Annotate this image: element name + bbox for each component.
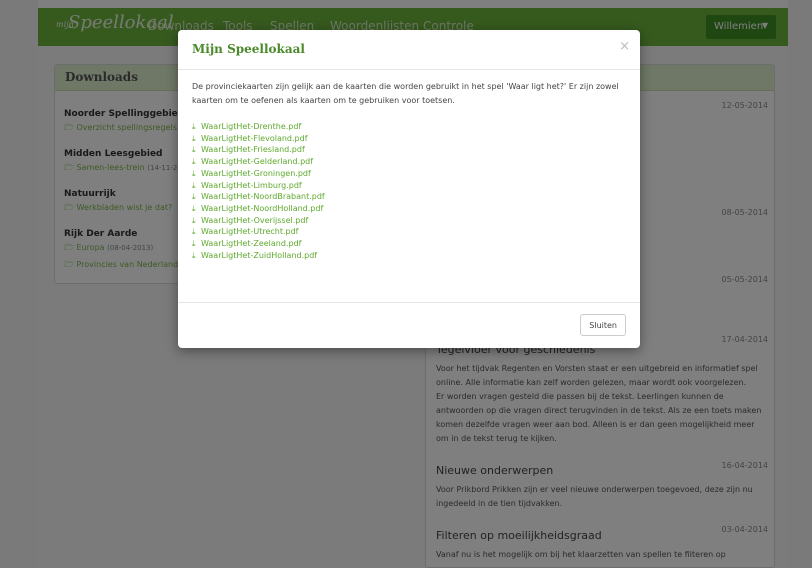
downloads-modal: Mijn Speellokaal × De provinciekaarten z… <box>178 30 640 348</box>
modal-title: Mijn Speellokaal <box>192 42 305 56</box>
pdf-download-link[interactable]: ⤓ WaarLigtHet-Drenthe.pdf <box>192 121 626 133</box>
pdf-download-link[interactable]: ⤓ WaarLigtHet-Zeeland.pdf <box>192 238 626 250</box>
pdf-download-link[interactable]: ⤓ WaarLigtHet-Friesland.pdf <box>192 144 626 156</box>
pdf-file-name: WaarLigtHet-Groningen.pdf <box>201 168 311 178</box>
pdf-file-name: WaarLigtHet-NoordHolland.pdf <box>201 203 324 213</box>
pdf-download-link[interactable]: ⤓ WaarLigtHet-ZuidHolland.pdf <box>192 250 626 262</box>
download-icon: ⤓ <box>192 122 196 131</box>
pdf-download-link[interactable]: ⤓ WaarLigtHet-Limburg.pdf <box>192 180 626 192</box>
pdf-download-link[interactable]: ⤓ WaarLigtHet-NoordBrabant.pdf <box>192 191 626 203</box>
pdf-file-name: WaarLigtHet-Limburg.pdf <box>201 180 302 190</box>
pdf-file-name: WaarLigtHet-Friesland.pdf <box>201 145 305 155</box>
modal-header: Mijn Speellokaal × <box>178 30 640 70</box>
pdf-file-name: WaarLigtHet-Gelderland.pdf <box>201 157 314 167</box>
pdf-download-link[interactable]: ⤓ WaarLigtHet-Gelderland.pdf <box>192 156 626 168</box>
pdf-file-name: WaarLigtHet-NoordBrabant.pdf <box>201 192 325 202</box>
download-icon: ⤓ <box>192 168 196 178</box>
pdf-file-name: WaarLigtHet-Flevoland.pdf <box>201 133 308 143</box>
download-icon: ⤓ <box>192 215 196 225</box>
pdf-file-name: WaarLigtHet-Zeeland.pdf <box>201 239 302 249</box>
pdf-download-link[interactable]: ⤓ WaarLigtHet-Utrecht.pdf <box>192 226 626 238</box>
pdf-download-link[interactable]: ⤓ WaarLigtHet-NoordHolland.pdf <box>192 203 626 215</box>
modal-description: De provinciekaarten zijn gelijk aan de k… <box>192 82 619 105</box>
modal-footer: Sluiten <box>178 302 640 348</box>
pdf-download-link[interactable]: ⤓ WaarLigtHet-Flevoland.pdf <box>192 133 626 145</box>
download-icon: ⤓ <box>192 180 196 190</box>
pdf-download-link[interactable]: ⤓ WaarLigtHet-Overijssel.pdf <box>192 215 626 227</box>
pdf-download-link[interactable]: ⤓ WaarLigtHet-Groningen.pdf <box>192 168 626 180</box>
download-icon: ⤓ <box>192 250 196 260</box>
close-icon[interactable]: × <box>619 39 630 54</box>
pdf-file-name: WaarLigtHet-ZuidHolland.pdf <box>201 250 318 260</box>
pdf-file-name: WaarLigtHet-Drenthe.pdf <box>201 122 302 131</box>
download-icon: ⤓ <box>192 203 196 213</box>
download-icon: ⤓ <box>192 239 196 249</box>
download-icon: ⤓ <box>192 145 196 155</box>
pdf-file-name: WaarLigtHet-Overijssel.pdf <box>201 215 309 225</box>
modal-body: De provinciekaarten zijn gelijk aan de k… <box>178 70 640 261</box>
pdf-file-name: WaarLigtHet-Utrecht.pdf <box>201 227 299 237</box>
close-button[interactable]: Sluiten <box>580 314 626 336</box>
download-icon: ⤓ <box>192 133 196 143</box>
download-icon: ⤓ <box>192 192 196 202</box>
download-icon: ⤓ <box>192 157 196 167</box>
pdf-file-list: ⤓ WaarLigtHet-Drenthe.pdf ⤓ WaarLigtHet-Fl… <box>192 121 626 261</box>
download-icon: ⤓ <box>192 227 196 237</box>
